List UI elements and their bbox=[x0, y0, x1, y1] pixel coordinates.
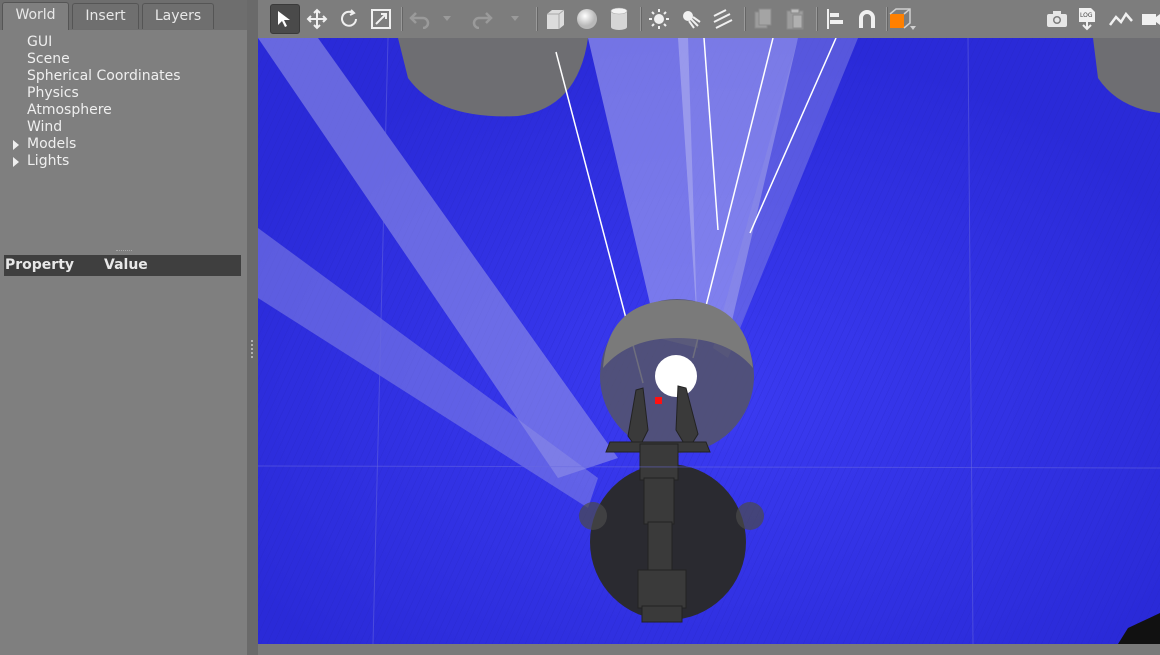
tree-item-label: Lights bbox=[27, 153, 70, 169]
log-icon-text: LOG bbox=[1080, 12, 1093, 19]
align-icon[interactable] bbox=[820, 4, 850, 34]
rotate-icon[interactable] bbox=[334, 4, 364, 34]
tree-item-label: GUI bbox=[27, 34, 53, 50]
world-tree: GUI Scene Spherical Coordinates Physics … bbox=[0, 34, 245, 170]
redo-dropdown-icon[interactable] bbox=[508, 4, 522, 34]
screenshot-camera-icon[interactable] bbox=[1042, 4, 1072, 34]
sphere-shape-icon[interactable] bbox=[572, 4, 602, 34]
tab-layers[interactable]: Layers bbox=[142, 3, 214, 29]
status-bar bbox=[258, 644, 1160, 655]
tree-item-label: Scene bbox=[27, 51, 70, 67]
panel-splitter-handle[interactable] bbox=[116, 250, 132, 253]
scale-icon[interactable] bbox=[366, 4, 396, 34]
box-shape-icon[interactable] bbox=[540, 4, 570, 34]
property-table-header: Property Value bbox=[4, 255, 241, 276]
select-arrow-icon[interactable] bbox=[270, 4, 300, 34]
tree-item-label: Atmosphere bbox=[27, 102, 112, 118]
expand-arrow-icon[interactable] bbox=[13, 157, 19, 167]
tree-item-atmosphere[interactable]: Atmosphere bbox=[0, 102, 245, 119]
undo-dropdown-icon[interactable] bbox=[440, 4, 454, 34]
tab-world[interactable]: World bbox=[2, 2, 69, 30]
expand-arrow-icon[interactable] bbox=[13, 140, 19, 150]
3d-viewport[interactable] bbox=[258, 38, 1160, 644]
tree-item-wind[interactable]: Wind bbox=[0, 119, 245, 136]
scene-render bbox=[258, 38, 1160, 644]
view-angle-icon[interactable] bbox=[888, 4, 918, 34]
undo-icon[interactable] bbox=[404, 4, 434, 34]
redo-icon[interactable] bbox=[468, 4, 498, 34]
splitter-grip-icon bbox=[251, 340, 255, 358]
column-header-property: Property bbox=[5, 257, 75, 273]
tree-item-models[interactable]: Models bbox=[0, 136, 245, 153]
directional-light-icon[interactable] bbox=[708, 4, 738, 34]
tree-item-label: Physics bbox=[27, 85, 79, 101]
log-icon[interactable]: LOG bbox=[1072, 4, 1102, 34]
tree-item-spherical-coordinates[interactable]: Spherical Coordinates bbox=[0, 68, 245, 85]
vertical-splitter[interactable] bbox=[247, 0, 258, 655]
snap-magnet-icon[interactable] bbox=[852, 4, 882, 34]
left-panel: World Insert Layers GUI Scene Spherical … bbox=[0, 0, 247, 655]
tree-item-label: Models bbox=[27, 136, 77, 152]
target-sphere bbox=[655, 355, 697, 397]
tree-item-lights[interactable]: Lights bbox=[0, 153, 245, 170]
panel-tab-bar: World Insert Layers bbox=[0, 0, 247, 30]
tree-item-label: Wind bbox=[27, 119, 63, 135]
target-marker bbox=[655, 397, 662, 404]
tab-insert[interactable]: Insert bbox=[72, 3, 139, 29]
copy-icon[interactable] bbox=[748, 4, 778, 34]
column-header-value: Value bbox=[104, 257, 148, 273]
toolbar: LOG bbox=[258, 0, 1160, 38]
spot-light-icon[interactable] bbox=[676, 4, 706, 34]
point-light-icon[interactable] bbox=[644, 4, 674, 34]
paste-icon[interactable] bbox=[780, 4, 810, 34]
tree-item-physics[interactable]: Physics bbox=[0, 85, 245, 102]
video-record-icon[interactable] bbox=[1138, 4, 1160, 34]
translate-icon[interactable] bbox=[302, 4, 332, 34]
tree-item-scene[interactable]: Scene bbox=[0, 51, 245, 68]
cylinder-shape-icon[interactable] bbox=[604, 4, 634, 34]
tree-item-label: Spherical Coordinates bbox=[27, 68, 181, 84]
plot-icon[interactable] bbox=[1106, 4, 1136, 34]
tree-item-gui[interactable]: GUI bbox=[0, 34, 245, 51]
